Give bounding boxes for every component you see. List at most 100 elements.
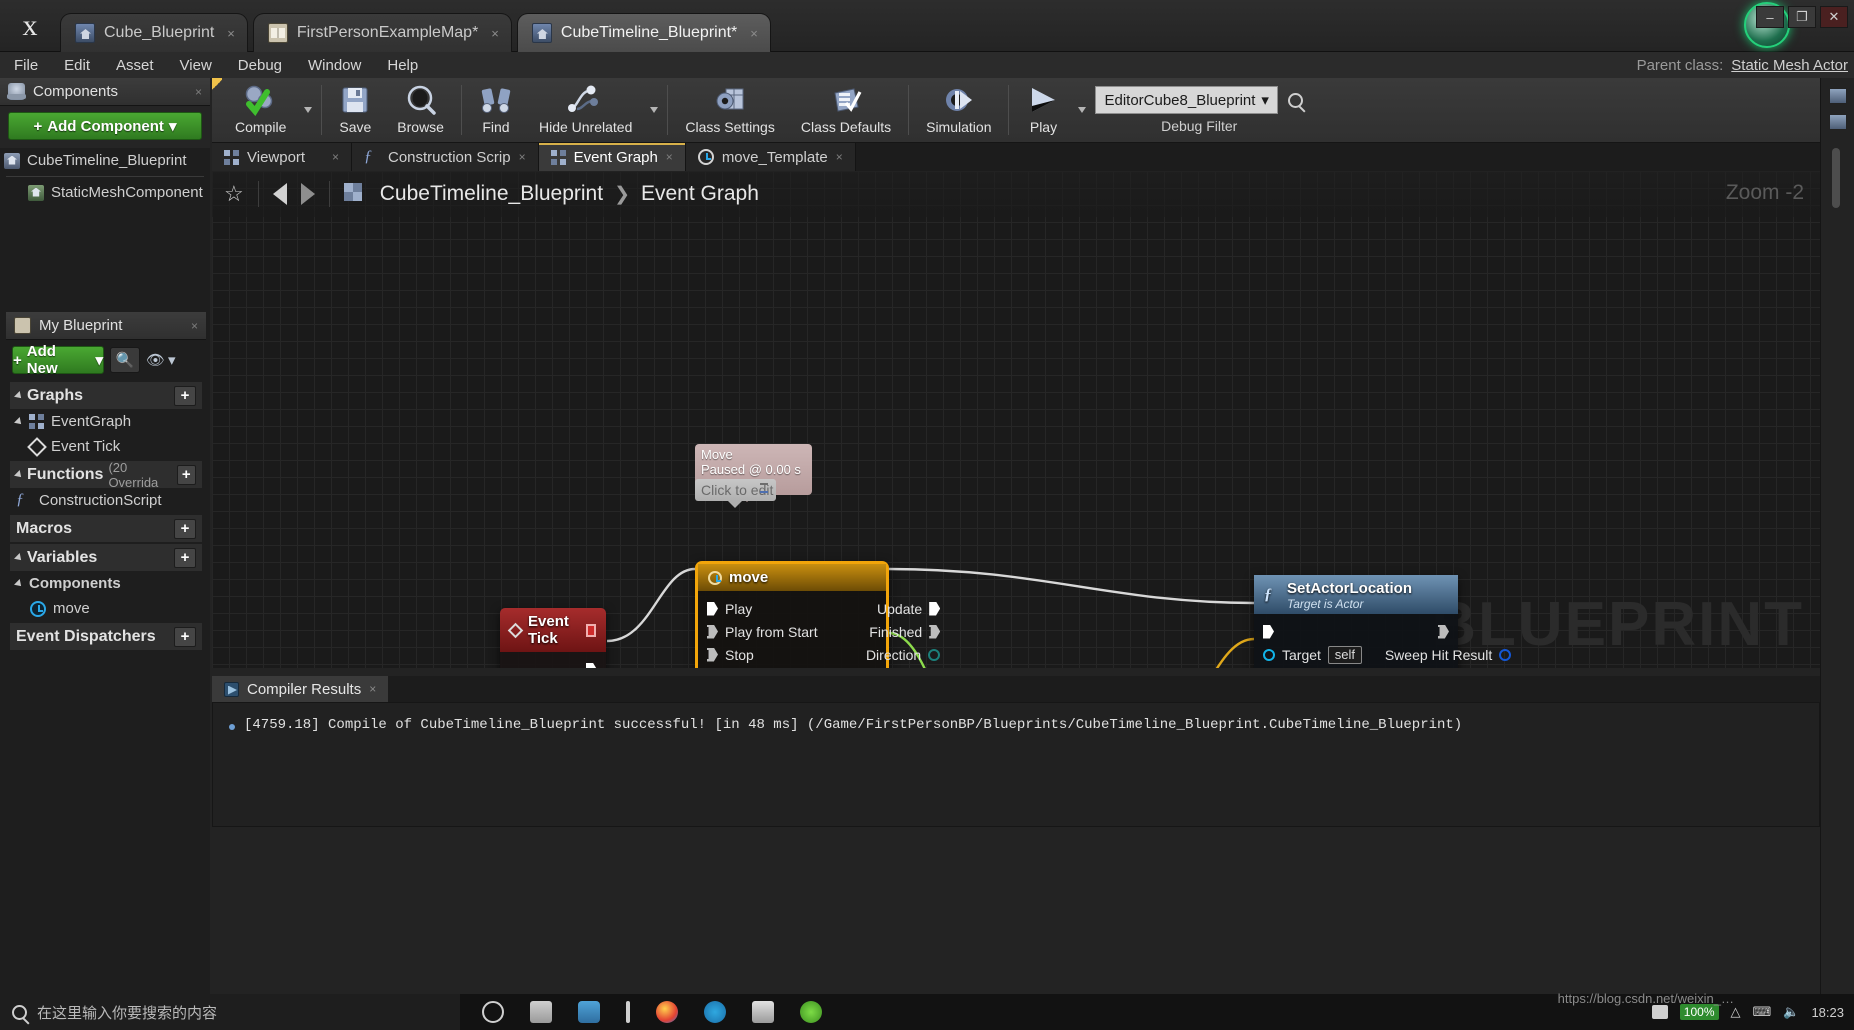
taskbar-search-input[interactable]: 在这里输入你要搜索的内容 <box>0 994 460 1030</box>
menu-item-window[interactable]: Window <box>308 57 361 74</box>
class-settings-button[interactable]: Class Settings <box>672 78 787 142</box>
variable-item-move[interactable]: move <box>6 596 206 621</box>
pin-exec-out[interactable] <box>500 658 606 668</box>
close-icon[interactable]: × <box>666 150 673 164</box>
pin-play-from-start[interactable]: Play from Start <box>698 620 847 643</box>
object-pin-icon[interactable] <box>1263 649 1275 661</box>
debug-stop-icon[interactable] <box>586 624 596 637</box>
close-icon[interactable]: × <box>369 682 376 696</box>
struct-pin-icon[interactable] <box>1499 649 1511 661</box>
exec-pin-icon[interactable] <box>586 663 597 669</box>
chrome-icon[interactable] <box>656 1001 678 1023</box>
close-icon[interactable]: × <box>491 26 499 41</box>
enum-pin-icon[interactable] <box>928 649 940 661</box>
close-icon[interactable]: × <box>750 26 758 41</box>
pin-reverse[interactable]: Reverse <box>698 666 847 668</box>
variables-group-components[interactable]: Components <box>6 571 206 596</box>
debug-filter-dropdown[interactable]: EditorCube8_Blueprint ▾ <box>1095 86 1277 114</box>
search-icon[interactable] <box>1288 93 1303 108</box>
exec-pin-out-icon[interactable] <box>1438 625 1449 639</box>
hide-unrelated-button[interactable]: Hide Unrelated <box>526 78 645 142</box>
menu-item-help[interactable]: Help <box>387 57 418 74</box>
close-icon[interactable]: × <box>332 150 339 164</box>
cortana-icon[interactable] <box>482 1001 504 1023</box>
tray-icon[interactable] <box>1652 1005 1668 1019</box>
task-view-icon[interactable] <box>530 1001 552 1023</box>
volume-icon[interactable]: 🔈 <box>1783 1004 1799 1020</box>
explorer-icon[interactable] <box>578 1001 600 1023</box>
section-variables[interactable]: Variables + <box>10 544 202 571</box>
click-to-edit-button[interactable]: Click to edit <box>695 479 776 501</box>
play-button[interactable]: Play <box>1013 78 1073 142</box>
close-icon[interactable]: × <box>191 319 198 333</box>
node-set-actor-location[interactable]: ƒ SetActorLocation Target is Actor Targe… <box>1254 575 1458 668</box>
tab-move-template[interactable]: move_Template × <box>686 143 856 171</box>
visibility-filter-button[interactable]: 👁 ▾ <box>146 351 176 369</box>
play-dropdown-icon[interactable] <box>1078 107 1086 113</box>
pin-direction[interactable]: Direction <box>847 643 949 666</box>
node-event-tick[interactable]: Event Tick Delta Seconds <box>500 608 606 668</box>
close-icon[interactable]: × <box>227 26 235 41</box>
add-graph-button[interactable]: + <box>174 386 196 406</box>
tab-compiler-results[interactable]: Compiler Results × <box>212 676 388 702</box>
vertical-scrollbar[interactable] <box>1832 148 1840 208</box>
browse-button[interactable]: Browse <box>384 78 457 142</box>
add-variable-button[interactable]: + <box>174 548 196 568</box>
add-function-button[interactable]: + <box>177 465 196 485</box>
section-macros[interactable]: Macros + <box>10 515 202 542</box>
compile-dropdown-icon[interactable] <box>304 107 312 113</box>
menu-item-debug[interactable]: Debug <box>238 57 282 74</box>
find-button[interactable]: Find <box>466 78 526 142</box>
tab-event-graph[interactable]: Event Graph × <box>539 143 686 171</box>
add-event-dispatcher-button[interactable]: + <box>174 627 196 647</box>
compile-button[interactable]: Compile <box>222 78 299 142</box>
node-timeline-move[interactable]: move Play Play from Start Stop <box>695 561 889 668</box>
simulation-button[interactable]: Simulation <box>913 78 1004 142</box>
keyboard-icon[interactable]: ⌨ <box>1753 1004 1772 1020</box>
pin-target[interactable]: Target self <box>1254 643 1376 666</box>
maximize-button[interactable]: ❐ <box>1788 6 1816 28</box>
pin-play[interactable]: Play <box>698 597 847 620</box>
class-defaults-button[interactable]: Class Defaults <box>788 78 904 142</box>
right-rail-item-1[interactable] <box>1821 78 1854 104</box>
tab-viewport[interactable]: Viewport × <box>212 143 352 171</box>
close-icon[interactable]: × <box>836 150 843 164</box>
function-item-constructionscript[interactable]: ƒ ConstructionScript <box>6 488 206 513</box>
compiler-results-body[interactable]: [4759.18] Compile of CubeTimeline_Bluepr… <box>212 702 1820 827</box>
menu-item-file[interactable]: File <box>14 57 38 74</box>
event-graph-canvas[interactable]: ☆ CubeTimeline_Blueprint ❯ Event Graph Z… <box>212 171 1820 668</box>
section-graphs[interactable]: Graphs + <box>10 382 202 409</box>
section-event-dispatchers[interactable]: Event Dispatchers + <box>10 623 202 650</box>
close-icon[interactable]: × <box>519 150 526 164</box>
add-component-button[interactable]: + Add Component ▾ <box>8 112 202 140</box>
app-icon[interactable] <box>800 1001 822 1023</box>
pin-stop[interactable]: Stop <box>698 643 847 666</box>
section-functions[interactable]: Functions (20 Overrida + <box>10 461 202 488</box>
search-icon[interactable]: 🔍 <box>110 347 140 373</box>
target-value[interactable]: self <box>1328 646 1362 664</box>
window-tab-cubetimeline-blueprint[interactable]: CubeTimeline_Blueprint* × <box>517 13 771 52</box>
exec-pin-icon[interactable] <box>707 625 718 639</box>
graph-item-event-tick[interactable]: Event Tick <box>6 434 206 459</box>
battery-indicator[interactable]: 100% <box>1680 1004 1719 1020</box>
window-tab-cube-blueprint[interactable]: Cube_Blueprint × <box>60 13 248 52</box>
network-icon[interactable]: △ <box>1731 1004 1741 1020</box>
exec-pin-icon[interactable] <box>707 648 718 662</box>
close-button[interactable]: ✕ <box>1820 6 1848 28</box>
pin-sweep-hit-result[interactable]: Sweep Hit Result <box>1376 643 1520 666</box>
hide-unrelated-dropdown-icon[interactable] <box>650 107 658 113</box>
edge-icon[interactable] <box>704 1001 726 1023</box>
save-button[interactable]: Save <box>326 78 384 142</box>
pin-update[interactable]: Update <box>847 597 949 620</box>
pin-finished[interactable]: Finished <box>847 620 949 643</box>
exec-pin-icon[interactable] <box>707 602 718 616</box>
pin-movement[interactable]: Movement <box>847 666 949 668</box>
exec-pin-in-icon[interactable] <box>1263 625 1274 639</box>
add-new-button[interactable]: + Add New ▾ <box>12 346 104 374</box>
menu-item-asset[interactable]: Asset <box>116 57 154 74</box>
exec-pin-icon[interactable] <box>929 625 940 639</box>
tab-construction-script[interactable]: ƒ Construction Scrip × <box>352 143 539 171</box>
minimize-button[interactable]: – <box>1756 6 1784 28</box>
window-tab-firstpersonexamplemap[interactable]: FirstPersonExampleMap* × <box>253 13 512 52</box>
component-tree-staticmesh[interactable]: StaticMeshComponent <box>0 180 210 205</box>
